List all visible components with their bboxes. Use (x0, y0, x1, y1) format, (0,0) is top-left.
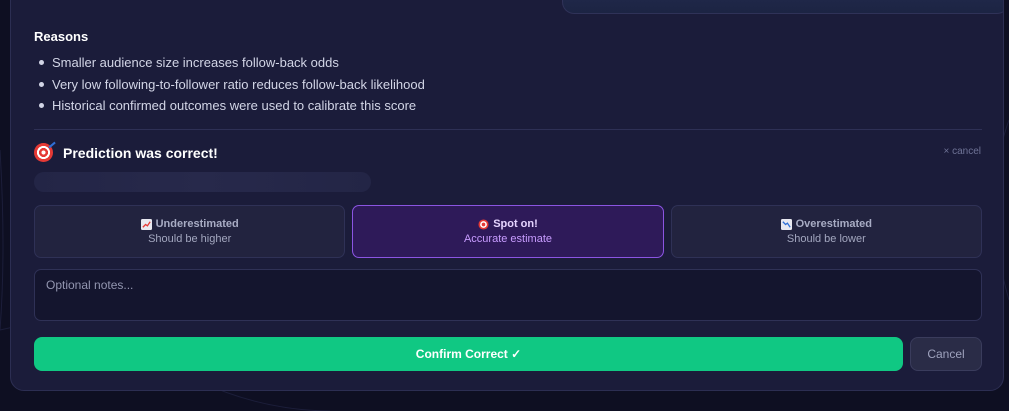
option-title: Overestimated (795, 218, 873, 230)
cancel-link[interactable]: × cancel (943, 146, 981, 157)
top-panel (562, 0, 1003, 14)
option-subtitle: Should be lower (786, 233, 866, 245)
reasons-list: Smaller audience size increases follow-b… (34, 52, 425, 117)
reason-text: Very low following-to-follower ratio red… (52, 76, 425, 92)
option-overestimated[interactable]: Overestimated Should be lower (670, 205, 982, 258)
confirm-correct-button[interactable]: Confirm Correct ✓ (34, 337, 903, 371)
option-title: Underestimated (155, 218, 239, 230)
reasons-heading: Reasons (34, 29, 89, 44)
loading-placeholder (34, 172, 371, 192)
divider (34, 129, 982, 130)
prediction-title: Prediction was correct! (63, 144, 218, 161)
option-title: Spot on! (493, 218, 538, 230)
option-subtitle: Accurate estimate (463, 233, 553, 245)
reason-item: Historical confirmed outcomes were used … (34, 95, 425, 117)
notes-input[interactable] (34, 269, 982, 321)
chart-up-icon (140, 218, 152, 230)
reason-text: Historical confirmed outcomes were used … (52, 98, 417, 113)
bullet-icon (39, 103, 44, 108)
reason-item: Very low following-to-follower ratio red… (34, 74, 425, 96)
target-icon (34, 143, 53, 162)
prediction-feedback-card: Reasons Smaller audience size increases … (10, 0, 1004, 391)
option-underestimated[interactable]: Underestimated Should be higher (34, 205, 346, 258)
reason-item: Smaller audience size increases follow-b… (34, 52, 425, 74)
chart-down-icon (780, 218, 792, 230)
estimate-options: Underestimated Should be higher Spot on!… (34, 205, 982, 258)
bullet-icon (39, 81, 44, 87)
reason-text: Smaller audience size increases follow-b… (52, 55, 339, 70)
prediction-header: Prediction was correct! (34, 143, 218, 162)
option-spot-on[interactable]: Spot on! Accurate estimate (352, 205, 664, 258)
bullet-icon (39, 60, 44, 65)
cancel-button[interactable]: Cancel (910, 337, 982, 371)
target-icon (478, 218, 489, 230)
option-subtitle: Should be higher (148, 233, 232, 245)
